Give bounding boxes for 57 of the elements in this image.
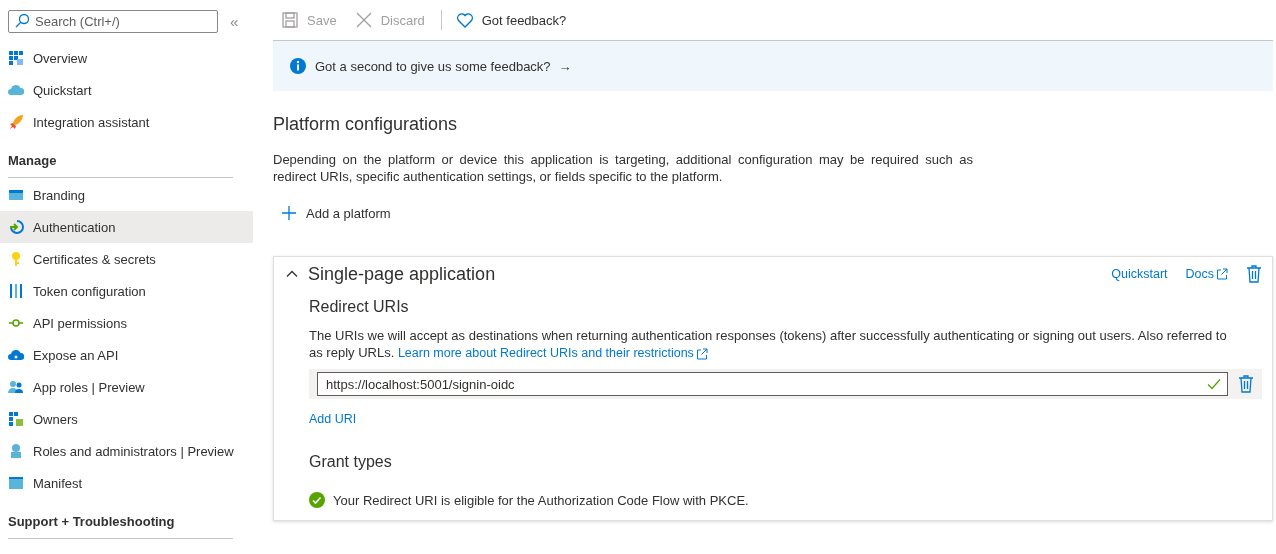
toolbar-button[interactable]: Got feedback? — [447, 4, 577, 36]
plus-icon — [281, 205, 297, 221]
nav-item[interactable]: Certificates & secrets — [0, 243, 253, 275]
uri-field[interactable]: https://localhost:5001/signin-oidc — [317, 372, 1228, 396]
search-icon — [14, 13, 30, 29]
sliders-icon — [8, 283, 24, 299]
card-link[interactable]: Docs — [1185, 267, 1228, 281]
page-description: Depending on the platform or device this application is targeting, additional configuration may be required such as redirect URIs, specific authentication settings, or fields specific to the platform. — [273, 151, 973, 185]
info-icon — [289, 57, 307, 75]
add-uri-link[interactable]: Add URI — [309, 412, 1262, 426]
page-title: Platform configurations — [273, 113, 459, 136]
nav-item[interactable]: Branding — [0, 179, 253, 211]
nav-item[interactable]: Roles and administrators | Preview — [0, 435, 253, 467]
code-file-icon — [8, 475, 24, 491]
trash-icon — [1246, 265, 1262, 283]
cloud-icon — [8, 82, 24, 98]
people-icon — [8, 379, 24, 395]
window-icon — [8, 187, 24, 203]
rocket-icon — [8, 114, 24, 130]
nav-item[interactable]: Owners — [0, 403, 253, 435]
arrow-link[interactable]: → — [558, 58, 572, 74]
chevron-button[interactable] — [286, 268, 298, 280]
nav-item[interactable]: Manifest — [0, 467, 253, 499]
external-link-icon — [695, 347, 708, 360]
nav-item[interactable]: Overview — [0, 42, 253, 74]
nav-item[interactable]: Integration assistant — [0, 106, 253, 138]
close-icon — [354, 11, 373, 29]
banner-text: Got a second to give us some feedback? — [315, 58, 551, 74]
section-heading: Grant types — [309, 452, 393, 472]
nav-item[interactable]: Expose an API — [0, 339, 253, 371]
nav-item[interactable]: Quickstart — [0, 74, 253, 106]
add-platform-button[interactable]: Add a platform — [273, 197, 391, 229]
nav-item[interactable]: Token configuration — [0, 275, 253, 307]
person-badge-icon — [8, 443, 24, 459]
trash-icon — [1238, 375, 1254, 393]
grid-person-icon — [8, 411, 24, 427]
sign-in-icon — [8, 219, 24, 235]
search-field[interactable]: Search (Ctrl+/) — [8, 10, 218, 33]
external-link-icon — [1216, 268, 1228, 280]
card-link[interactable]: Quickstart — [1111, 267, 1168, 281]
section-heading: Support + Troubleshooting — [8, 499, 233, 539]
heart-icon — [455, 11, 474, 29]
grid-icon — [8, 50, 24, 66]
delete-button[interactable] — [1246, 265, 1262, 283]
delete-button[interactable] — [1238, 375, 1254, 393]
collapse-button[interactable]: « — [230, 13, 239, 30]
nav-item[interactable]: App roles | Preview — [0, 371, 253, 403]
card-title: Single-page application — [308, 263, 497, 285]
section-heading: Redirect URIs — [309, 297, 410, 317]
nav-item[interactable]: API permissions — [0, 307, 253, 339]
grant-message: Your Redirect URI is eligible for the Authorization Code Flow with PKCE. — [333, 492, 749, 508]
section-heading: Manage — [8, 138, 233, 178]
cloud-icon — [8, 347, 24, 363]
redirect-description: The URIs we will accept as destinations when returning authentication responses (tokens) after successfully authenticating or signing out users. Also referred to as reply URLs. Learn more about Redirect URIs and their restrictions — [309, 327, 1228, 362]
learn-more-link[interactable]: Learn more about Redirect URIs and their restrictions — [397, 345, 708, 362]
nav-item[interactable]: Authentication — [0, 211, 253, 243]
save-icon — [281, 11, 299, 29]
